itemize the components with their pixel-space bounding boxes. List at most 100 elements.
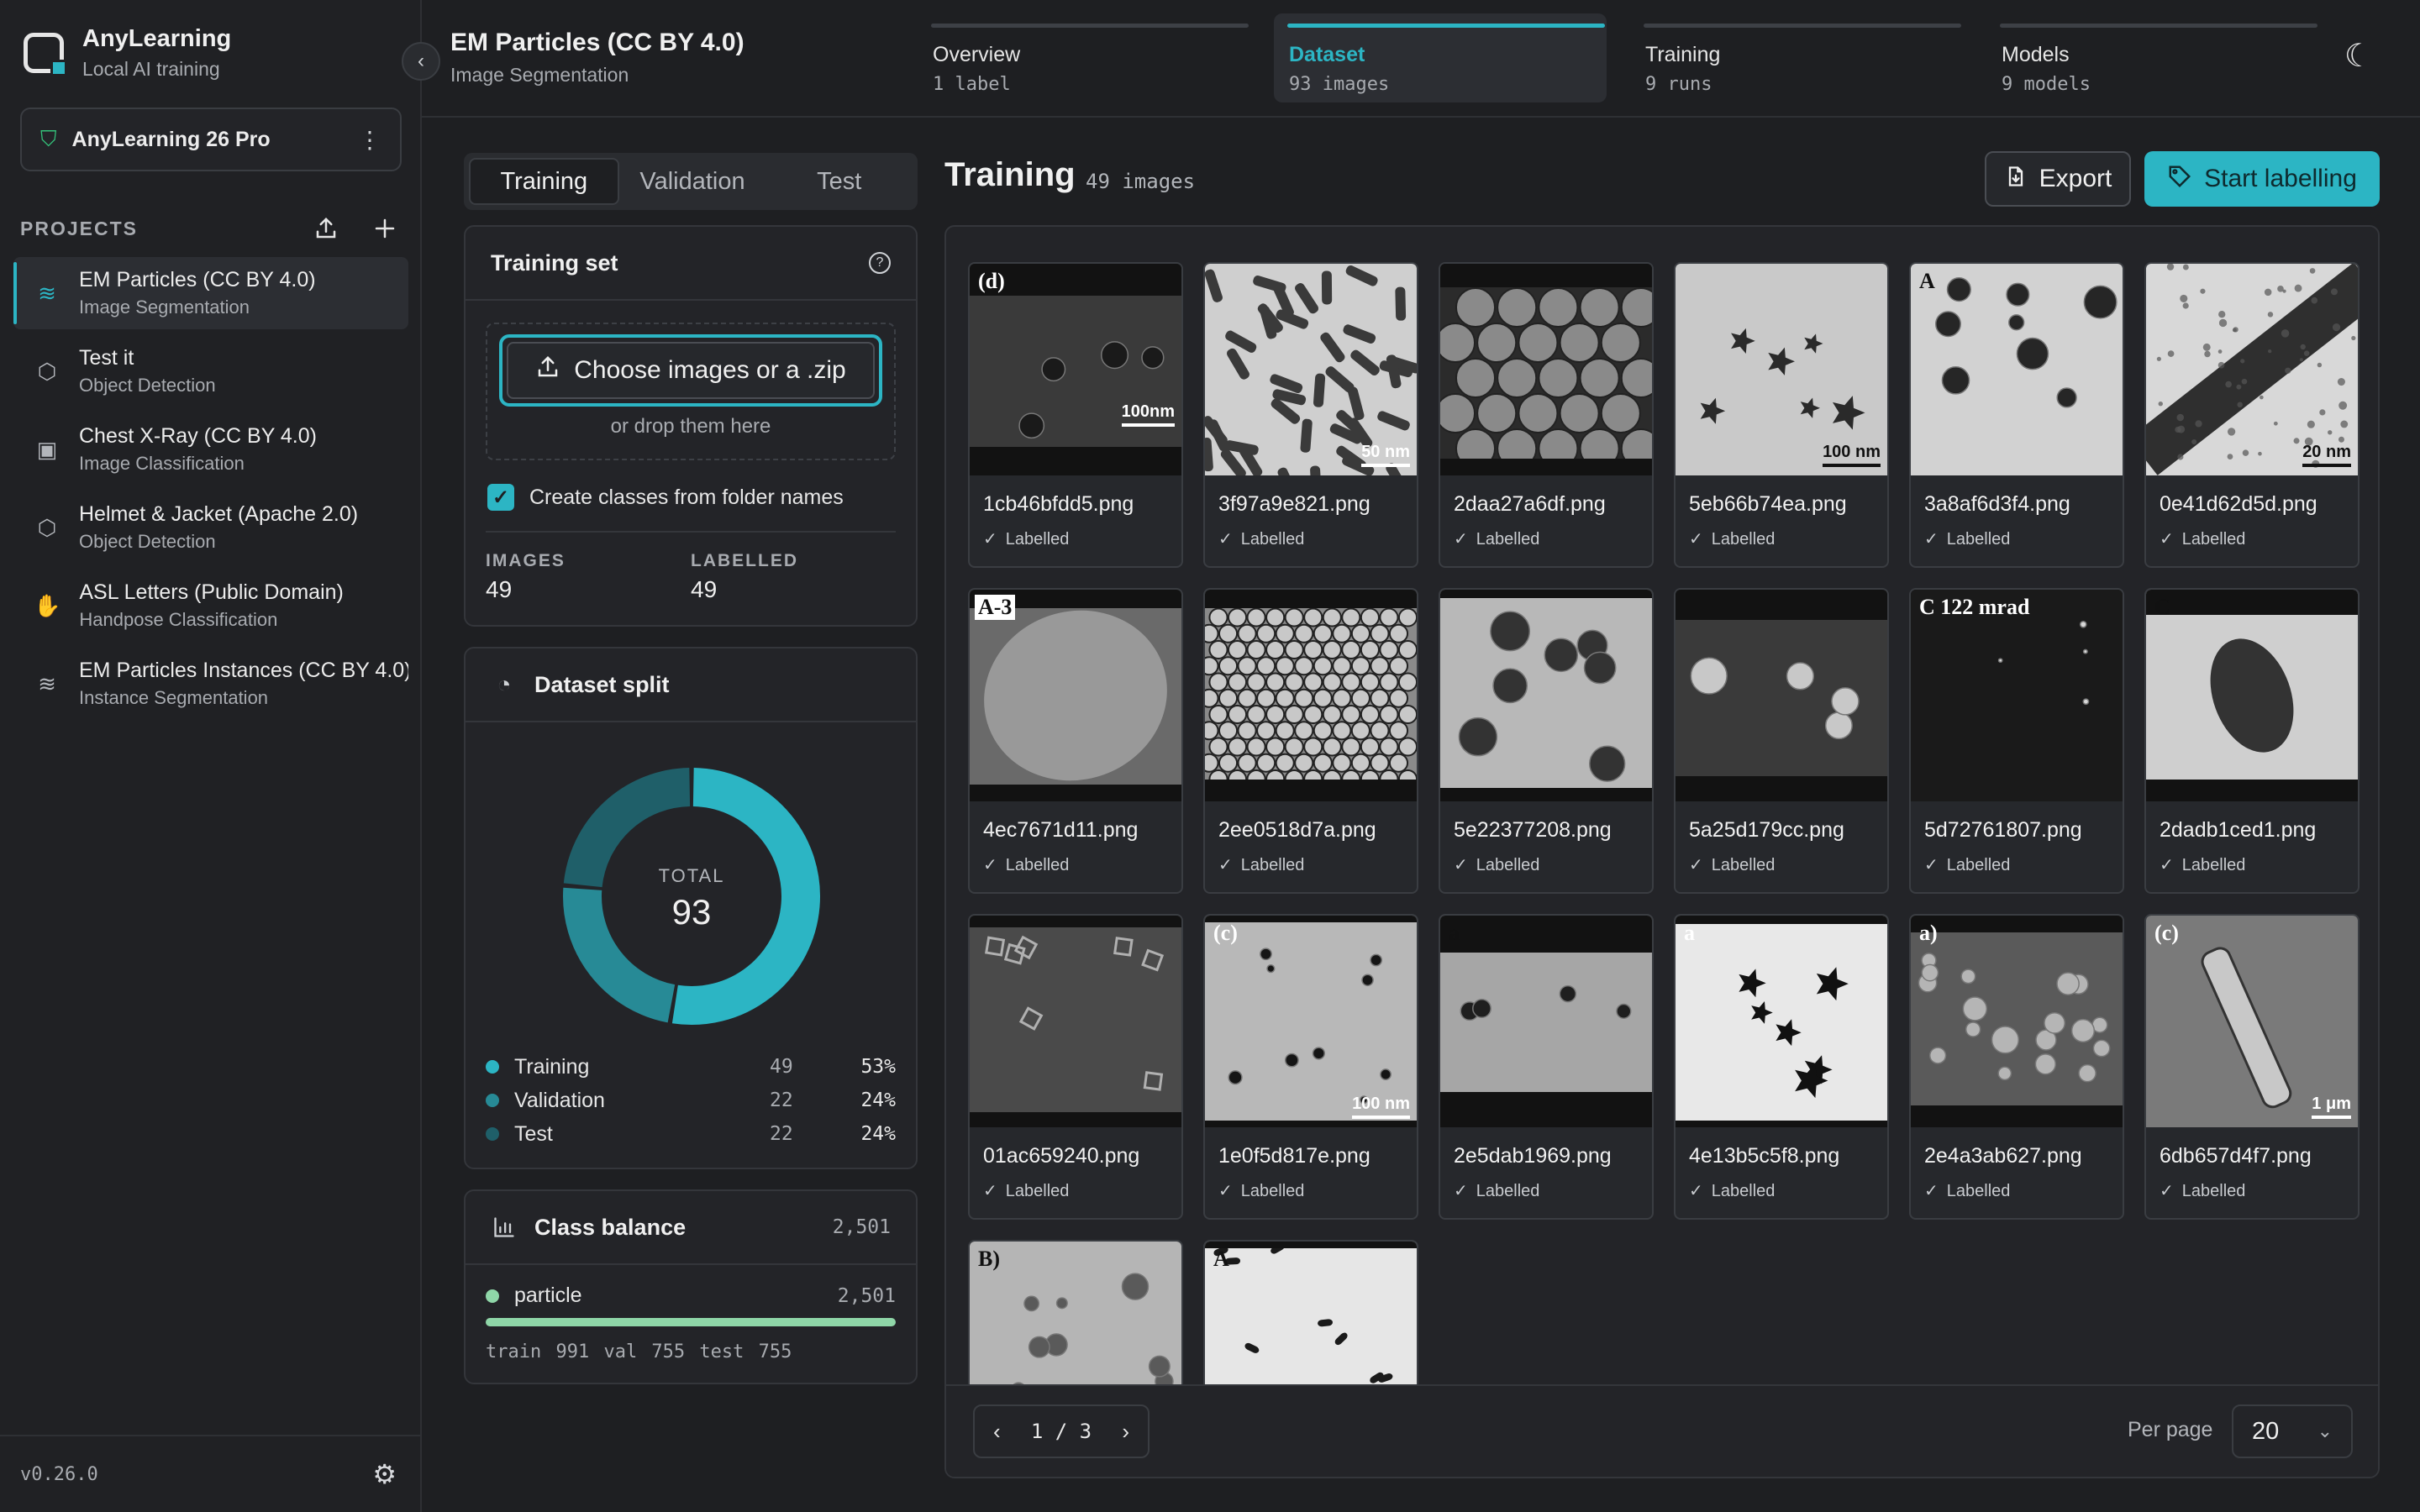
images-stat-value: 49 bbox=[486, 576, 513, 602]
image-card[interactable]: (d) 100nm 1cb46bfdd5.png ✓ Labelled bbox=[968, 262, 1183, 568]
image-card[interactable]: 100 nm 5eb66b74ea.png ✓ Labelled bbox=[1674, 262, 1889, 568]
tag-icon bbox=[2167, 164, 2192, 195]
sidebar-project-item[interactable]: ≋ EM Particles Instances (CC BY 4.0) Ins… bbox=[13, 648, 408, 720]
step-name: Models bbox=[2002, 43, 2070, 66]
image-card[interactable]: A-3 4ec7671d11.png ✓ Labelled bbox=[968, 588, 1183, 894]
sidebar-project-item[interactable]: ⬡ Test it Object Detection bbox=[13, 335, 408, 407]
dataset-split-card: ◔ Dataset split TOTAL 93 Training 49 53%… bbox=[464, 647, 918, 1169]
step-progress-bar bbox=[1287, 24, 1605, 28]
check-icon: ✓ bbox=[1454, 1182, 1468, 1200]
upload-icon bbox=[535, 354, 560, 386]
image-panel-tag: (d) bbox=[978, 269, 1005, 293]
scale-bar-label: 20 nm bbox=[2302, 443, 2351, 467]
tab-training[interactable]: Training bbox=[469, 158, 619, 205]
status-label: Labelled bbox=[1240, 1182, 1305, 1200]
folder-classes-option[interactable]: ✓ Create classes from folder names bbox=[487, 484, 916, 511]
project-name: EM Particles Instances (CC BY 4.0) bbox=[79, 659, 408, 682]
image-card[interactable]: C 122 mrad 5d72761807.png ✓ Labelled bbox=[1909, 588, 2124, 894]
checkbox-checked-icon[interactable]: ✓ bbox=[487, 484, 514, 511]
drop-zone[interactable]: Choose images or a .zip or drop them her… bbox=[486, 323, 896, 460]
start-labelling-button[interactable]: Start labelling bbox=[2144, 151, 2380, 207]
tab-validation[interactable]: Validation bbox=[619, 158, 766, 205]
image-card[interactable]: a 4e13b5c5f8.png ✓ Labelled bbox=[1674, 914, 1889, 1220]
image-filename: 3f97a9e821.png bbox=[1218, 492, 1370, 516]
image-card[interactable]: (c) 100 nm 1e0f5d817e.png ✓ Labelled bbox=[1203, 914, 1418, 1220]
export-label: Export bbox=[2039, 165, 2112, 192]
pager-total: 3 bbox=[1079, 1420, 1092, 1443]
brand: AnyLearning Local AI training bbox=[24, 25, 231, 81]
image-card[interactable]: C 2dadb1ced1.png ✓ Labelled bbox=[2144, 588, 2360, 894]
image-card[interactable]: 5e22377208.png ✓ Labelled bbox=[1439, 588, 1654, 894]
image-card[interactable]: 20 nm 0e41d62d5d.png ✓ Labelled bbox=[2144, 262, 2360, 568]
theme-toggle-icon[interactable]: ☾ bbox=[2344, 37, 2373, 75]
scale-bar-text: 1 μm bbox=[2312, 1095, 2351, 1113]
status-label: Labelled bbox=[1946, 530, 2011, 549]
sidebar-project-item[interactable]: ⬡ Helmet & Jacket (Apache 2.0) Object De… bbox=[13, 491, 408, 564]
chevron-right-icon[interactable]: › bbox=[1122, 1419, 1129, 1445]
class-balance-card: Class balance 2,501 particle 2,501 train… bbox=[464, 1189, 918, 1384]
training-set-title: Training set bbox=[491, 249, 618, 276]
scale-bar-label: 100nm bbox=[1121, 402, 1175, 427]
image-panel-tag: A bbox=[1213, 1247, 1229, 1271]
legend-percent: 53% bbox=[860, 1056, 896, 1078]
per-page-select[interactable]: 20 ⌄ bbox=[2232, 1404, 2353, 1458]
images-stat: IMAGES 49 bbox=[486, 551, 691, 603]
collapse-sidebar-button[interactable]: ‹ bbox=[402, 42, 440, 81]
image-thumbnail: A bbox=[1205, 1242, 1417, 1386]
chevron-left-icon[interactable]: ‹ bbox=[993, 1419, 1001, 1445]
step-tab-dataset[interactable]: Dataset 93 images bbox=[1274, 13, 1607, 102]
image-filename: 5eb66b74ea.png bbox=[1689, 492, 1847, 516]
step-tab-models[interactable]: Models 9 models bbox=[1986, 13, 2319, 102]
micrograph-image bbox=[1440, 590, 1652, 801]
check-icon: ✓ bbox=[1689, 1182, 1703, 1200]
image-card[interactable]: 2ee0518d7a.png ✓ Labelled bbox=[1203, 588, 1418, 894]
export-button[interactable]: Export bbox=[1985, 151, 2131, 207]
step-tab-overview[interactable]: Overview 1 label bbox=[918, 13, 1250, 102]
step-progress-bar bbox=[1644, 24, 1961, 28]
help-icon[interactable]: ? bbox=[869, 252, 891, 274]
micrograph-image bbox=[2146, 590, 2358, 801]
gear-icon[interactable]: ⚙ bbox=[372, 1458, 397, 1490]
project-type-label: Image Classification bbox=[79, 453, 245, 474]
check-icon: ✓ bbox=[983, 856, 997, 874]
step-tab-training[interactable]: Training 9 runs bbox=[1630, 13, 1963, 102]
choose-images-button[interactable]: Choose images or a .zip bbox=[499, 334, 882, 407]
labelled-status: ✓ Labelled bbox=[1689, 854, 1887, 875]
scale-bar-label: 50 nm bbox=[1361, 443, 1410, 467]
micrograph-image bbox=[1205, 1242, 1417, 1386]
class-balance-bar bbox=[486, 1318, 896, 1326]
image-filename: 4e13b5c5f8.png bbox=[1689, 1144, 1840, 1168]
donut-center: TOTAL 93 bbox=[561, 766, 822, 1026]
image-card[interactable]: A 3a8af6d3f4.png ✓ Labelled bbox=[1909, 262, 2124, 568]
more-vertical-icon[interactable]: ⋮ bbox=[358, 126, 381, 154]
image-count: 49 images bbox=[1086, 170, 1196, 193]
image-card[interactable]: 01ac659240.png ✓ Labelled bbox=[968, 914, 1183, 1220]
image-card[interactable]: 2daa27a6df.png ✓ Labelled bbox=[1439, 262, 1654, 568]
class-balance-header: Class balance 2,501 bbox=[466, 1191, 916, 1265]
scale-bar-label: 1 μm bbox=[2312, 1095, 2351, 1119]
plan-badge[interactable]: ⛉ AnyLearning 26 Pro ⋮ bbox=[20, 108, 402, 171]
micrograph-image bbox=[1911, 916, 2123, 1127]
upload-icon[interactable] bbox=[309, 212, 343, 245]
tab-test[interactable]: Test bbox=[765, 158, 913, 205]
image-thumbnail: B) bbox=[970, 1242, 1181, 1386]
scale-bar-text: 20 nm bbox=[2302, 443, 2351, 461]
scale-bar bbox=[2302, 464, 2351, 467]
image-card[interactable]: a 2e5dab1969.png ✓ Labelled bbox=[1439, 914, 1654, 1220]
image-card[interactable]: A bbox=[1203, 1240, 1418, 1386]
labelled-status: ✓ Labelled bbox=[983, 1180, 1181, 1201]
image-card[interactable]: a) 2e4a3ab627.png ✓ Labelled bbox=[1909, 914, 2124, 1220]
micrograph-image bbox=[1911, 590, 2123, 801]
image-card[interactable]: (c) 1 μm 6db657d4f7.png ✓ Labelled bbox=[2144, 914, 2360, 1220]
image-card[interactable]: B) bbox=[968, 1240, 1183, 1386]
image-panel-tag: a bbox=[1684, 921, 1695, 945]
sidebar-project-item[interactable]: ≋ EM Particles (CC BY 4.0) Image Segment… bbox=[13, 257, 408, 329]
sidebar-project-item[interactable]: ▣ Chest X-Ray (CC BY 4.0) Image Classifi… bbox=[13, 413, 408, 486]
plus-icon[interactable] bbox=[368, 212, 402, 245]
donut-total-value: 93 bbox=[671, 892, 712, 932]
sidebar-project-item[interactable]: ✋ ASL Letters (Public Domain) Handpose C… bbox=[13, 570, 408, 642]
image-card[interactable]: 50 nm 3f97a9e821.png ✓ Labelled bbox=[1203, 262, 1418, 568]
image-card[interactable]: 5a25d179cc.png ✓ Labelled bbox=[1674, 588, 1889, 894]
status-label: Labelled bbox=[2181, 856, 2246, 874]
image-panel-tag: C bbox=[2154, 595, 2170, 619]
